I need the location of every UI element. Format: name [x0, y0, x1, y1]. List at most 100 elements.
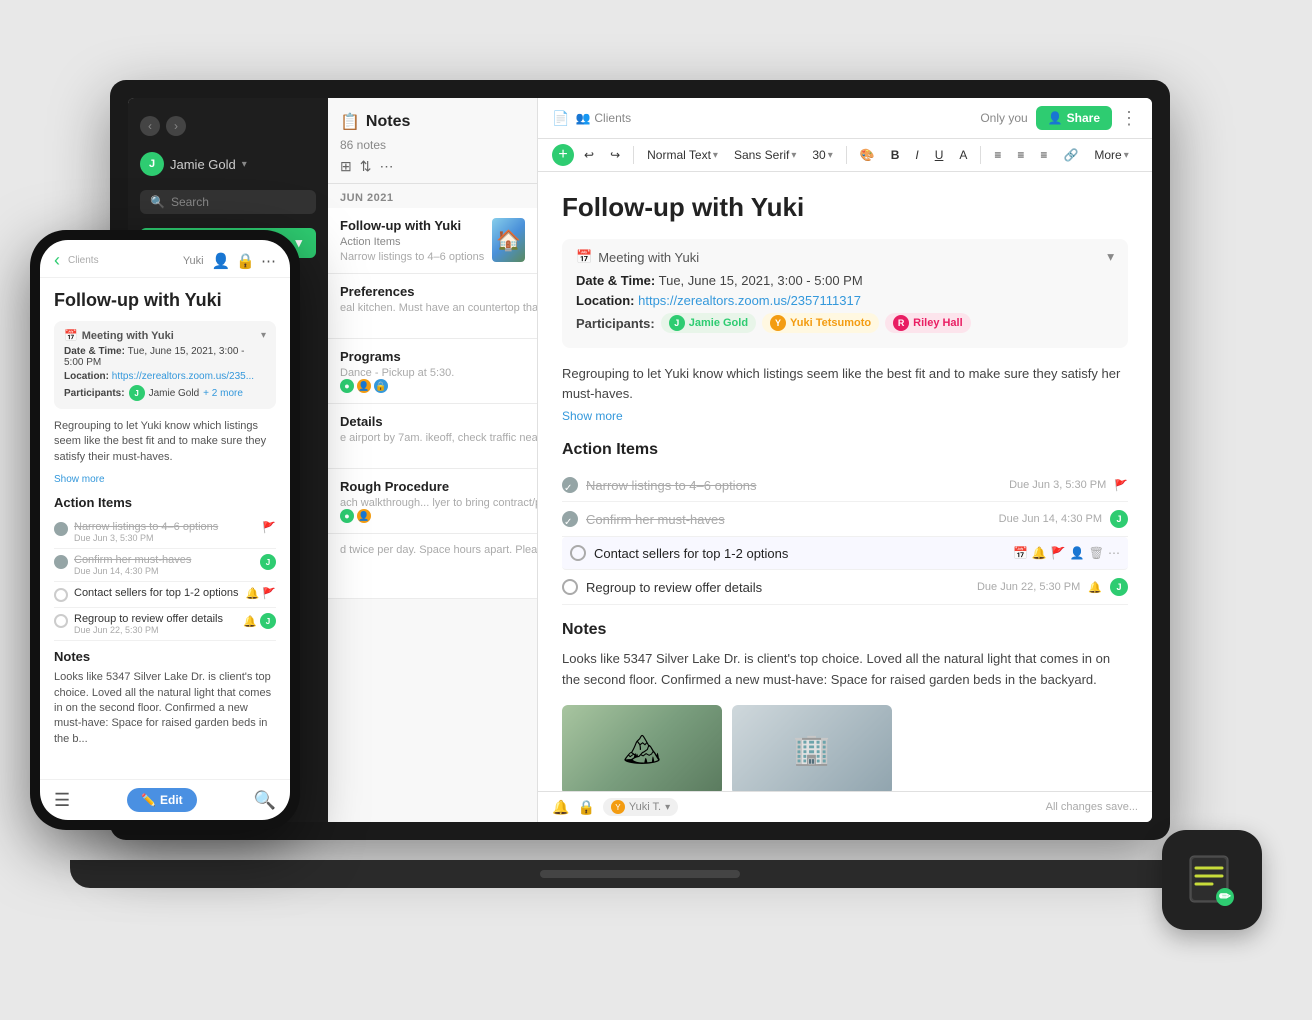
location-link[interactable]: https://zerealtors.zoom.us/2357111317	[638, 293, 861, 308]
person-icon: 👤	[357, 509, 371, 523]
nav-buttons: ‹ ›	[128, 108, 328, 144]
phone-breadcrumb: Clients	[68, 255, 175, 266]
more-icon[interactable]: ⋯	[379, 158, 393, 175]
editor-bottombar: 🔔 🔒 Y Yuki T. ▾ All changes save...	[538, 791, 1152, 822]
link-button[interactable]: 🔗	[1057, 145, 1084, 165]
flag-icon: 🚩	[262, 521, 276, 534]
svg-text:✏: ✏	[1219, 888, 1232, 904]
editor-panel: 📄 👥 Clients Only you 👤 Share ⋮	[538, 98, 1152, 822]
search-icon: 🔍	[150, 195, 165, 209]
redo-button[interactable]: ↪	[604, 145, 626, 165]
meeting-block: 📅 Meeting with Yuki ▾ Date & Time: Tue, …	[562, 239, 1128, 348]
font-size-button[interactable]: 30 ▾	[806, 145, 838, 165]
action-checkbox[interactable]: ✓	[562, 477, 578, 493]
action-text: Contact sellers for top 1-2 options	[74, 587, 240, 599]
action-text: Narrow listings to 4–6 options	[74, 521, 256, 533]
avatar: Y	[770, 315, 786, 331]
action-item: Contact sellers for top 1-2 options 🔔 🚩	[54, 582, 276, 608]
user-chip[interactable]: Y Yuki T. ▾	[603, 798, 678, 816]
assignee-avatar: J	[260, 613, 276, 629]
phone-screen: ‹ Clients Yuki 👤 🔒 ⋯ Follow-up with Yuki…	[40, 240, 290, 820]
location-row: Location: https://zerealtors.zoom.us/235…	[576, 293, 1114, 308]
add-content-button[interactable]: +	[552, 144, 574, 166]
more-button[interactable]: More ▾	[1088, 145, 1134, 165]
edit-button[interactable]: ✏️ Edit	[127, 788, 197, 812]
search-bar[interactable]: 🔍 Search	[140, 190, 316, 214]
action-checkbox[interactable]	[54, 522, 68, 536]
person-icon: 👤	[357, 379, 371, 393]
text-style-button[interactable]: Normal Text ▾	[641, 145, 724, 165]
notepad-icon-graphic: ✏	[1182, 850, 1242, 910]
back-button[interactable]: ‹	[140, 116, 160, 136]
action-checkbox[interactable]: ✓	[562, 511, 578, 527]
user-chip-avatar: Y	[611, 800, 625, 814]
note-preview: Narrow listings to 4–6 options	[340, 251, 484, 263]
action-checkbox[interactable]	[54, 555, 68, 569]
action-checkbox[interactable]	[570, 545, 586, 561]
action-text: Confirm her must-haves	[74, 554, 254, 566]
phone-notes-title: Notes	[54, 649, 276, 664]
list-item[interactable]: Preferences eal kitchen. Must have an co…	[328, 274, 537, 339]
filter-icon[interactable]: ⊞	[340, 158, 352, 175]
bullet-list-button[interactable]: ≡	[988, 145, 1007, 165]
dropdown-arrow-icon: ▾	[791, 150, 796, 161]
action-checkbox[interactable]	[562, 579, 578, 595]
more-icon[interactable]: ⋯	[261, 252, 276, 270]
more-icon: ⋯	[1108, 546, 1120, 560]
undo-button[interactable]: ↩	[578, 145, 600, 165]
notepad-app-icon[interactable]: ✏	[1162, 830, 1262, 930]
meeting-expand-button[interactable]: ▾	[261, 330, 266, 341]
action-icons: 📅 🔔 🚩 👤 🗑 ⋯	[1013, 546, 1120, 560]
phone-participants: Participants: J Jamie Gold + 2 more	[64, 385, 266, 401]
avatar: J	[669, 315, 685, 331]
meeting-expand-button[interactable]: ▾	[1107, 249, 1114, 265]
menu-icon[interactable]: ☰	[54, 790, 70, 811]
bell-icon[interactable]: 🔔	[552, 799, 569, 816]
notes-header: 📋 Notes 86 notes ⊞ ⇅ ⋯	[328, 98, 537, 184]
phone-meeting-label: 📅 Meeting with Yuki	[64, 329, 174, 342]
share-button[interactable]: 👤 Share	[1036, 106, 1112, 130]
action-due: Due Jun 22, 5:30 PM	[977, 581, 1080, 593]
photo-mountain	[562, 705, 722, 791]
shield-icon[interactable]: 🔒	[236, 252, 255, 270]
phone-search-icon[interactable]: 🔍	[254, 790, 276, 811]
highlight-button[interactable]: A	[953, 145, 973, 165]
list-item[interactable]: d twice per day. Space hours apart. Plea…	[328, 534, 537, 599]
photos-row	[562, 705, 1128, 791]
underline-button[interactable]: U	[929, 145, 950, 165]
avatar: R	[893, 315, 909, 331]
list-item[interactable]: Follow-up with Yuki Action Items Narrow …	[328, 208, 537, 274]
action-checkbox[interactable]	[54, 588, 68, 602]
more-options-button[interactable]: ⋮	[1120, 108, 1138, 129]
note-preview: eal kitchen. Must have an countertop tha…	[340, 302, 538, 314]
phone-location-link[interactable]: https://zerealtors.zoom.us/235...	[112, 371, 254, 382]
lock-icon[interactable]: 🔒	[577, 799, 594, 816]
phone-back-button[interactable]: ‹	[54, 250, 60, 271]
list-item[interactable]: Details e airport by 7am. ikeoff, check …	[328, 404, 537, 469]
italic-button[interactable]: I	[909, 145, 924, 165]
edit-icon: ✏️	[141, 793, 156, 807]
user-name: Jamie Gold	[170, 157, 236, 172]
list-item[interactable]: Rough Procedure ach walkthrough... lyer …	[328, 469, 537, 534]
note-title: Preferences	[340, 284, 538, 299]
date-time-row: Date & Time: Tue, June 15, 2021, 3:00 - …	[576, 273, 1114, 288]
notes-list-panel: 📋 Notes 86 notes ⊞ ⇅ ⋯ JUN 2021 Follow-u…	[328, 98, 538, 822]
list-item[interactable]: Programs Dance - Pickup at 5:30. ● 👤 🔒	[328, 339, 537, 404]
action-checkbox[interactable]	[54, 614, 68, 628]
forward-button[interactable]: ›	[166, 116, 186, 136]
numbered-list-button[interactable]: ≡	[1011, 145, 1030, 165]
sort-icon[interactable]: ⇅	[360, 158, 372, 175]
note-preview: ach walkthrough... lyer to bring contrac…	[340, 497, 538, 509]
action-item: Confirm her must-haves Due Jun 14, 4:30 …	[54, 549, 276, 582]
phone-show-more-button[interactable]: Show more	[54, 474, 105, 485]
user-info[interactable]: J Jamie Gold ▾	[128, 144, 328, 184]
color-button[interactable]: 🎨	[854, 145, 881, 165]
avatar: J	[129, 385, 145, 401]
font-button[interactable]: Sans Serif ▾	[728, 145, 802, 165]
participant-chip: Y Yuki Tetsumoto	[762, 313, 879, 333]
bold-button[interactable]: B	[885, 145, 906, 165]
photo-building	[732, 705, 892, 791]
show-more-button[interactable]: Show more	[562, 409, 623, 423]
person-icon[interactable]: 👤	[212, 252, 231, 270]
indent-button[interactable]: ≡	[1034, 145, 1053, 165]
